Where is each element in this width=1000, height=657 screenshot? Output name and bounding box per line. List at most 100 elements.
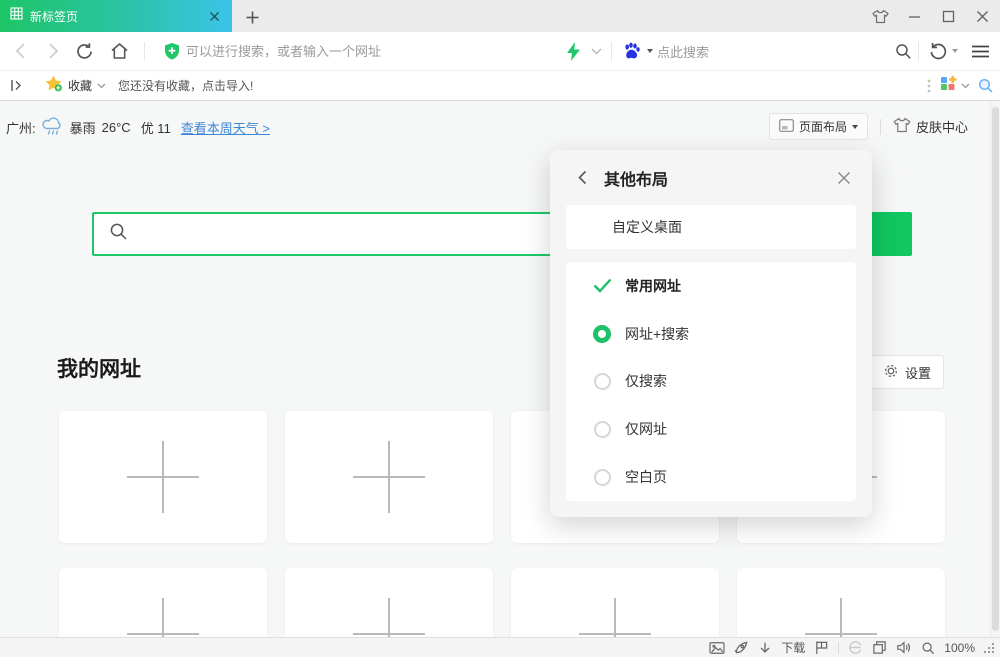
back-chevron-icon[interactable] <box>572 168 592 188</box>
settings-button[interactable]: 设置 <box>870 355 944 389</box>
back-button[interactable] <box>8 32 34 70</box>
tab-new-page[interactable]: 新标签页 <box>0 0 232 32</box>
sidebar-toggle-icon[interactable] <box>10 71 23 100</box>
page-scrollbar[interactable] <box>990 101 1000 637</box>
download-arrow-icon[interactable] <box>758 641 772 655</box>
layout-option-common-sites[interactable]: 常用网址 <box>566 262 856 310</box>
shield-plus-icon[interactable] <box>160 32 184 70</box>
home-button[interactable] <box>104 32 134 70</box>
maximize-icon[interactable] <box>938 6 958 26</box>
window-controls <box>870 0 992 32</box>
search-icon[interactable] <box>891 32 915 70</box>
actions-separator <box>880 119 881 135</box>
ie-mode-icon[interactable] <box>848 640 863 655</box>
popup-title: 其他布局 <box>604 166 834 190</box>
multi-window-icon[interactable] <box>872 640 887 655</box>
layout-option-sites-plus-search[interactable]: 网址+搜索 <box>566 310 856 358</box>
weather-forecast-link[interactable]: 查看本周天气 > <box>181 118 270 137</box>
new-tab-button[interactable] <box>242 8 262 26</box>
page-layout-button[interactable]: 页面布局 <box>769 113 868 140</box>
refresh-button[interactable] <box>70 32 98 70</box>
radio-icon <box>594 421 611 438</box>
baidu-paw-icon[interactable] <box>620 32 644 70</box>
add-site-tile[interactable] <box>59 411 267 543</box>
tab-title: 新标签页 <box>30 8 206 25</box>
apps-grid-button[interactable] <box>940 71 970 100</box>
navigation-toolbar: 点此搜索 <box>0 32 1000 71</box>
plus-icon <box>805 598 877 637</box>
screenshot-icon[interactable] <box>709 641 725 655</box>
add-site-tile[interactable] <box>737 568 945 637</box>
apps-grid-icon <box>940 75 957 96</box>
radio-icon <box>594 373 611 390</box>
flag-report-icon[interactable] <box>814 640 829 655</box>
favorites-chevron-icon <box>97 83 106 89</box>
other-layouts-popup: 其他布局 自定义桌面 常用网址 网址+搜索 <box>550 150 872 517</box>
plus-icon <box>127 598 199 637</box>
resize-grip-icon[interactable] <box>984 643 994 653</box>
search-engine-caret-icon[interactable] <box>644 32 656 70</box>
undo-caret-icon[interactable] <box>949 32 961 70</box>
toolbar-separator <box>144 42 145 61</box>
weather-city: 广州: <box>6 118 36 137</box>
speed-mode-chevron-icon[interactable] <box>586 32 606 70</box>
add-site-tile[interactable] <box>511 568 719 637</box>
toolbar-separator <box>918 42 919 61</box>
download-label[interactable]: 下载 <box>781 639 805 656</box>
skin-center-button[interactable]: 皮肤中心 <box>893 117 968 136</box>
close-icon[interactable] <box>972 6 992 26</box>
layout-icon <box>779 119 794 135</box>
weather-condition: 暴雨 <box>70 118 96 137</box>
tab-close-icon[interactable] <box>206 8 222 24</box>
plus-icon <box>353 598 425 637</box>
radio-icon <box>594 469 611 486</box>
zoom-magnifier-icon[interactable] <box>921 641 935 655</box>
favorites-button[interactable]: 收藏 <box>45 71 106 100</box>
favorites-label: 收藏 <box>68 77 92 94</box>
add-site-tile[interactable] <box>285 411 493 543</box>
forward-button[interactable] <box>40 32 66 70</box>
minimize-icon[interactable] <box>904 6 924 26</box>
check-icon <box>592 276 612 296</box>
search-box-magnifier-icon <box>109 222 128 246</box>
speaker-icon[interactable] <box>896 640 912 655</box>
bookmarks-empty-hint[interactable]: 您还没有收藏，点击导入! <box>118 71 253 100</box>
boss-key-rocket-icon[interactable] <box>734 640 749 655</box>
gear-icon <box>883 363 899 382</box>
my-sites-title: 我的网址 <box>57 353 141 383</box>
weather-temperature: 26°C <box>102 120 131 135</box>
zoom-level[interactable]: 100% <box>944 641 975 655</box>
add-site-tile[interactable] <box>285 568 493 637</box>
quick-search-hint[interactable]: 点此搜索 <box>657 32 709 70</box>
layout-option-search-only[interactable]: 仅搜索 <box>566 358 856 406</box>
layout-caret-icon <box>852 125 858 129</box>
new-tab-page: 广州: 暴雨 26°C 优 11 查看本周天气 > 页面布局 <box>0 101 1000 637</box>
layout-options-list: 常用网址 网址+搜索 仅搜索 仅网址 空白页 <box>566 262 856 501</box>
layout-option-blank-page[interactable]: 空白页 <box>566 453 856 501</box>
tshirt-icon <box>893 117 911 136</box>
extension-magnifier-icon[interactable] <box>978 71 994 100</box>
browser-window: 新标签页 <box>0 0 1000 657</box>
popup-close-icon[interactable] <box>834 168 854 188</box>
layout-option-sites-only[interactable]: 仅网址 <box>566 405 856 453</box>
menu-icon[interactable] <box>966 32 994 70</box>
add-site-tile[interactable] <box>59 568 267 637</box>
address-input[interactable] <box>186 39 566 63</box>
grid-icon <box>10 7 23 25</box>
scrollbar-thumb[interactable] <box>992 107 999 631</box>
rain-cloud-icon <box>42 116 64 139</box>
custom-desktop-item[interactable]: 自定义桌面 <box>566 205 856 249</box>
popup-header: 其他布局 <box>550 150 872 205</box>
page-actions: 页面布局 皮肤中心 <box>769 113 982 140</box>
overflow-dots-icon[interactable] <box>927 71 931 100</box>
radio-selected-icon <box>593 325 611 343</box>
settings-label: 设置 <box>905 363 931 382</box>
toolbar-separator <box>611 42 612 61</box>
weather-air-quality: 优 11 <box>141 118 171 137</box>
skin-quick-icon[interactable] <box>870 6 890 26</box>
status-bar: 下载 100% <box>0 637 1000 657</box>
plus-icon <box>127 441 199 513</box>
undo-icon[interactable] <box>926 32 950 70</box>
statusbar-separator <box>838 642 839 654</box>
lightning-icon[interactable] <box>562 32 584 70</box>
